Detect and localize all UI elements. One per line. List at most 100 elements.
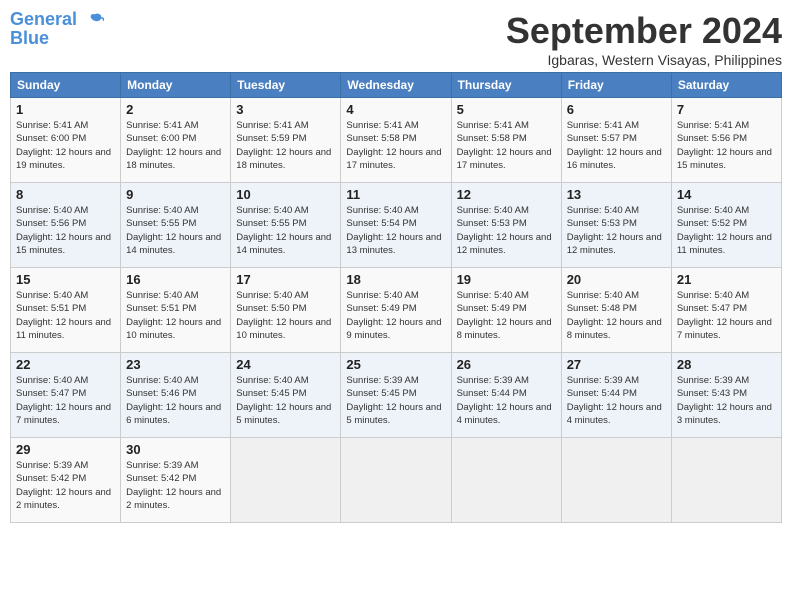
calendar-cell: 18 Sunrise: 5:40 AMSunset: 5:49 PMDaylig…	[341, 268, 451, 353]
day-number: 24	[236, 357, 335, 372]
day-number: 3	[236, 102, 335, 117]
day-info: Sunrise: 5:40 AMSunset: 5:52 PMDaylight:…	[677, 204, 776, 257]
day-info: Sunrise: 5:40 AMSunset: 5:53 PMDaylight:…	[567, 204, 666, 257]
calendar-week-row: 8 Sunrise: 5:40 AMSunset: 5:56 PMDayligh…	[11, 183, 782, 268]
calendar-cell: 29 Sunrise: 5:39 AMSunset: 5:42 PMDaylig…	[11, 438, 121, 523]
calendar-cell: 14 Sunrise: 5:40 AMSunset: 5:52 PMDaylig…	[671, 183, 781, 268]
day-info: Sunrise: 5:40 AMSunset: 5:47 PMDaylight:…	[677, 289, 776, 342]
day-number: 12	[457, 187, 556, 202]
day-info: Sunrise: 5:40 AMSunset: 5:46 PMDaylight:…	[126, 374, 225, 427]
logo: General Blue	[10, 10, 104, 47]
logo-text-blue: Blue	[10, 29, 104, 47]
day-info: Sunrise: 5:41 AMSunset: 5:58 PMDaylight:…	[457, 119, 556, 172]
day-number: 14	[677, 187, 776, 202]
calendar-cell: 10 Sunrise: 5:40 AMSunset: 5:55 PMDaylig…	[231, 183, 341, 268]
day-number: 27	[567, 357, 666, 372]
day-number: 13	[567, 187, 666, 202]
day-info: Sunrise: 5:41 AMSunset: 5:56 PMDaylight:…	[677, 119, 776, 172]
calendar-cell: 6 Sunrise: 5:41 AMSunset: 5:57 PMDayligh…	[561, 98, 671, 183]
calendar-cell: 5 Sunrise: 5:41 AMSunset: 5:58 PMDayligh…	[451, 98, 561, 183]
calendar-cell: 17 Sunrise: 5:40 AMSunset: 5:50 PMDaylig…	[231, 268, 341, 353]
day-number: 9	[126, 187, 225, 202]
calendar-cell: 13 Sunrise: 5:40 AMSunset: 5:53 PMDaylig…	[561, 183, 671, 268]
day-info: Sunrise: 5:41 AMSunset: 6:00 PMDaylight:…	[126, 119, 225, 172]
weekday-header-tuesday: Tuesday	[231, 73, 341, 98]
calendar-cell: 27 Sunrise: 5:39 AMSunset: 5:44 PMDaylig…	[561, 353, 671, 438]
calendar-cell: 9 Sunrise: 5:40 AMSunset: 5:55 PMDayligh…	[121, 183, 231, 268]
weekday-header-friday: Friday	[561, 73, 671, 98]
day-number: 26	[457, 357, 556, 372]
day-info: Sunrise: 5:40 AMSunset: 5:56 PMDaylight:…	[16, 204, 115, 257]
calendar-week-row: 1 Sunrise: 5:41 AMSunset: 6:00 PMDayligh…	[11, 98, 782, 183]
day-number: 2	[126, 102, 225, 117]
day-number: 11	[346, 187, 445, 202]
calendar-table: SundayMondayTuesdayWednesdayThursdayFrid…	[10, 72, 782, 523]
day-number: 18	[346, 272, 445, 287]
day-number: 20	[567, 272, 666, 287]
day-info: Sunrise: 5:39 AMSunset: 5:42 PMDaylight:…	[126, 459, 225, 512]
day-number: 6	[567, 102, 666, 117]
calendar-cell	[561, 438, 671, 523]
calendar-cell	[671, 438, 781, 523]
calendar-cell: 20 Sunrise: 5:40 AMSunset: 5:48 PMDaylig…	[561, 268, 671, 353]
calendar-cell: 16 Sunrise: 5:40 AMSunset: 5:51 PMDaylig…	[121, 268, 231, 353]
day-number: 8	[16, 187, 115, 202]
day-info: Sunrise: 5:41 AMSunset: 5:58 PMDaylight:…	[346, 119, 445, 172]
day-number: 17	[236, 272, 335, 287]
month-title: September 2024	[506, 10, 782, 52]
title-block: September 2024 Igbaras, Western Visayas,…	[506, 10, 782, 68]
day-info: Sunrise: 5:39 AMSunset: 5:44 PMDaylight:…	[567, 374, 666, 427]
weekday-header-row: SundayMondayTuesdayWednesdayThursdayFrid…	[11, 73, 782, 98]
weekday-header-wednesday: Wednesday	[341, 73, 451, 98]
location: Igbaras, Western Visayas, Philippines	[506, 52, 782, 68]
calendar-cell: 11 Sunrise: 5:40 AMSunset: 5:54 PMDaylig…	[341, 183, 451, 268]
calendar-cell	[451, 438, 561, 523]
day-info: Sunrise: 5:40 AMSunset: 5:45 PMDaylight:…	[236, 374, 335, 427]
calendar-cell	[231, 438, 341, 523]
weekday-header-thursday: Thursday	[451, 73, 561, 98]
day-info: Sunrise: 5:39 AMSunset: 5:45 PMDaylight:…	[346, 374, 445, 427]
calendar-cell: 4 Sunrise: 5:41 AMSunset: 5:58 PMDayligh…	[341, 98, 451, 183]
calendar-cell	[341, 438, 451, 523]
day-number: 16	[126, 272, 225, 287]
calendar-cell: 2 Sunrise: 5:41 AMSunset: 6:00 PMDayligh…	[121, 98, 231, 183]
weekday-header-monday: Monday	[121, 73, 231, 98]
day-number: 30	[126, 442, 225, 457]
day-info: Sunrise: 5:41 AMSunset: 6:00 PMDaylight:…	[16, 119, 115, 172]
calendar-cell: 30 Sunrise: 5:39 AMSunset: 5:42 PMDaylig…	[121, 438, 231, 523]
calendar-week-row: 29 Sunrise: 5:39 AMSunset: 5:42 PMDaylig…	[11, 438, 782, 523]
weekday-header-saturday: Saturday	[671, 73, 781, 98]
day-info: Sunrise: 5:39 AMSunset: 5:43 PMDaylight:…	[677, 374, 776, 427]
weekday-header-sunday: Sunday	[11, 73, 121, 98]
calendar-week-row: 22 Sunrise: 5:40 AMSunset: 5:47 PMDaylig…	[11, 353, 782, 438]
day-info: Sunrise: 5:39 AMSunset: 5:42 PMDaylight:…	[16, 459, 115, 512]
calendar-cell: 3 Sunrise: 5:41 AMSunset: 5:59 PMDayligh…	[231, 98, 341, 183]
day-info: Sunrise: 5:41 AMSunset: 5:59 PMDaylight:…	[236, 119, 335, 172]
day-number: 23	[126, 357, 225, 372]
calendar-cell: 12 Sunrise: 5:40 AMSunset: 5:53 PMDaylig…	[451, 183, 561, 268]
day-info: Sunrise: 5:40 AMSunset: 5:48 PMDaylight:…	[567, 289, 666, 342]
day-number: 28	[677, 357, 776, 372]
day-info: Sunrise: 5:40 AMSunset: 5:47 PMDaylight:…	[16, 374, 115, 427]
calendar-cell: 23 Sunrise: 5:40 AMSunset: 5:46 PMDaylig…	[121, 353, 231, 438]
day-info: Sunrise: 5:40 AMSunset: 5:51 PMDaylight:…	[126, 289, 225, 342]
calendar-cell: 28 Sunrise: 5:39 AMSunset: 5:43 PMDaylig…	[671, 353, 781, 438]
calendar-cell: 8 Sunrise: 5:40 AMSunset: 5:56 PMDayligh…	[11, 183, 121, 268]
day-number: 10	[236, 187, 335, 202]
day-info: Sunrise: 5:40 AMSunset: 5:55 PMDaylight:…	[236, 204, 335, 257]
day-info: Sunrise: 5:40 AMSunset: 5:49 PMDaylight:…	[457, 289, 556, 342]
day-number: 4	[346, 102, 445, 117]
day-info: Sunrise: 5:40 AMSunset: 5:50 PMDaylight:…	[236, 289, 335, 342]
day-number: 25	[346, 357, 445, 372]
day-number: 19	[457, 272, 556, 287]
calendar-cell: 15 Sunrise: 5:40 AMSunset: 5:51 PMDaylig…	[11, 268, 121, 353]
day-info: Sunrise: 5:40 AMSunset: 5:49 PMDaylight:…	[346, 289, 445, 342]
day-number: 29	[16, 442, 115, 457]
calendar-cell: 26 Sunrise: 5:39 AMSunset: 5:44 PMDaylig…	[451, 353, 561, 438]
logo-text-general: General	[10, 9, 77, 29]
day-info: Sunrise: 5:41 AMSunset: 5:57 PMDaylight:…	[567, 119, 666, 172]
calendar-cell: 19 Sunrise: 5:40 AMSunset: 5:49 PMDaylig…	[451, 268, 561, 353]
calendar-cell: 25 Sunrise: 5:39 AMSunset: 5:45 PMDaylig…	[341, 353, 451, 438]
day-info: Sunrise: 5:40 AMSunset: 5:51 PMDaylight:…	[16, 289, 115, 342]
calendar-cell: 22 Sunrise: 5:40 AMSunset: 5:47 PMDaylig…	[11, 353, 121, 438]
